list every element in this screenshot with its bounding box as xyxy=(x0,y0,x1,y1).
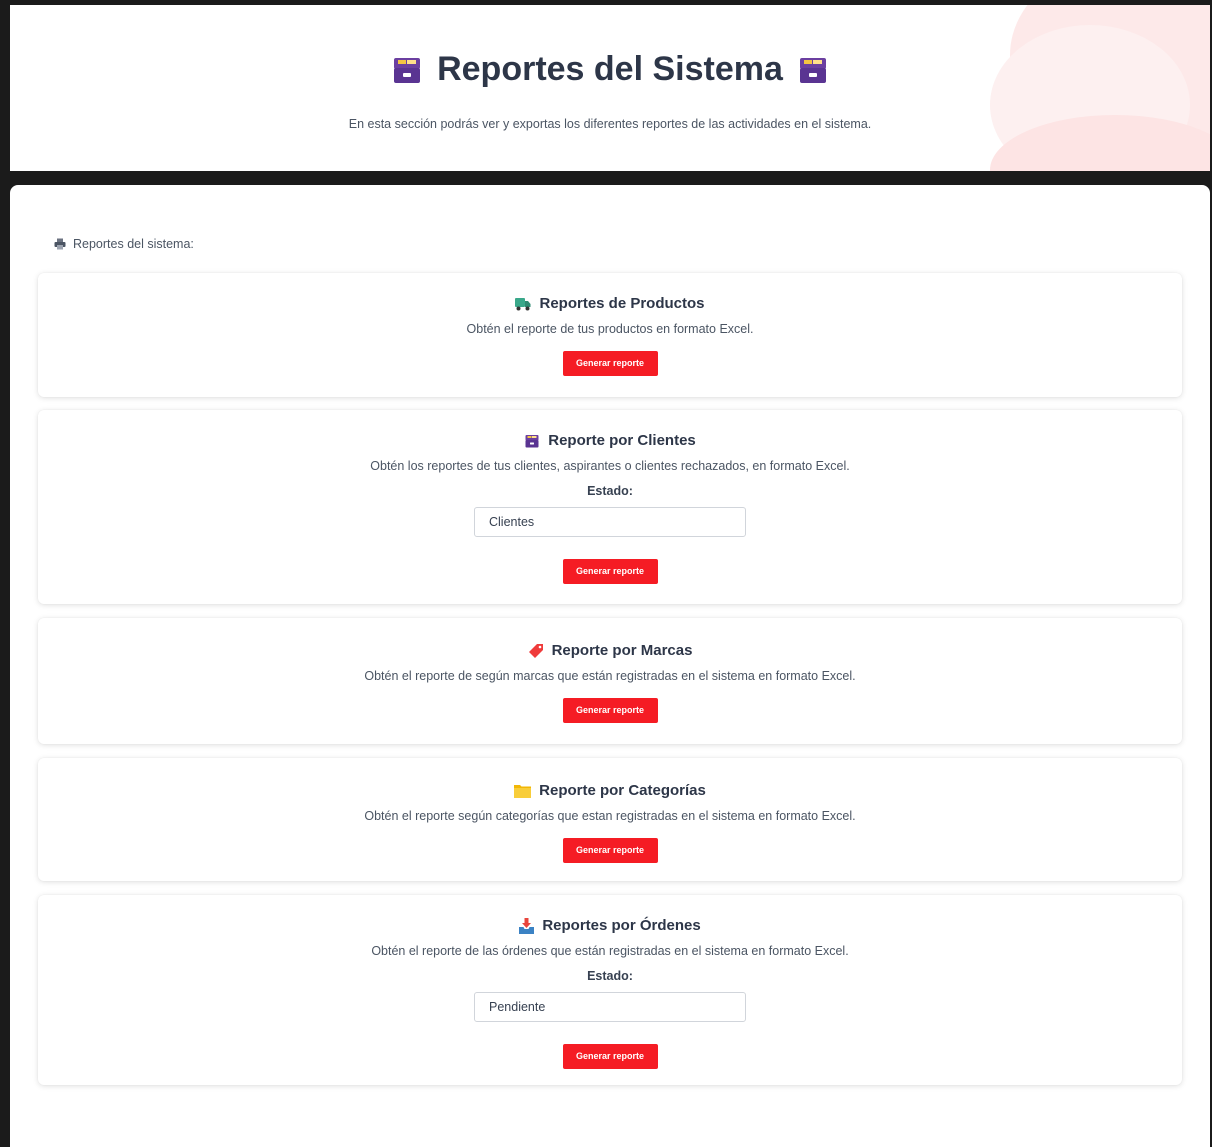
generate-report-button[interactable]: Generar reporte xyxy=(562,559,658,584)
folder-icon xyxy=(514,783,532,798)
card-file-box-icon xyxy=(391,54,423,86)
card-title: Reporte por Clientes xyxy=(38,432,1182,449)
estado-label: Estado: xyxy=(587,484,633,498)
generate-report-button[interactable]: Generar reporte xyxy=(562,698,658,723)
card-title-text: Reportes por Órdenes xyxy=(542,917,701,934)
section-label: Reportes del sistema: xyxy=(54,237,194,251)
inbox-tray-icon xyxy=(519,917,535,934)
truck-icon xyxy=(515,297,531,311)
card-title-text: Reporte por Clientes xyxy=(548,432,696,449)
card-description: Obtén el reporte según categorías que es… xyxy=(364,809,856,823)
card-title-text: Reportes de Productos xyxy=(539,295,705,312)
report-card-marcas: Reporte por Marcas Obtén el reporte de s… xyxy=(38,618,1182,744)
card-description: Obtén el reporte de según marcas que est… xyxy=(364,669,856,683)
card-file-box-icon xyxy=(797,54,829,86)
reports-panel: Reportes del sistema: Reportes de Produc… xyxy=(10,185,1210,1147)
page-subtitle: En esta sección podrás ver y exportas lo… xyxy=(348,117,872,131)
card-description: Obtén el reporte de las órdenes que está… xyxy=(371,944,849,958)
page-title-text: Reportes del Sistema xyxy=(437,50,783,88)
card-title: Reporte por Categorías xyxy=(38,782,1182,799)
card-description: Obtén el reporte de tus productos en for… xyxy=(466,322,754,336)
page-title: Reportes del Sistema xyxy=(10,50,1210,89)
card-title: Reporte por Marcas xyxy=(38,642,1182,659)
report-card-categorias: Reporte por Categorías Obtén el reporte … xyxy=(38,758,1182,881)
printer-icon xyxy=(54,238,66,250)
card-file-box-icon xyxy=(524,433,540,449)
card-title-text: Reporte por Categorías xyxy=(539,782,706,799)
page-header: Reportes del Sistema En esta sección pod… xyxy=(10,5,1210,171)
card-title-text: Reporte por Marcas xyxy=(551,642,693,659)
report-card-productos: Reportes de Productos Obtén el reporte d… xyxy=(38,273,1182,397)
section-label-text: Reportes del sistema: xyxy=(73,237,194,251)
tag-icon xyxy=(528,643,544,659)
estado-label: Estado: xyxy=(587,969,633,983)
estado-select[interactable]: Clientes xyxy=(474,507,746,537)
card-title: Reportes de Productos xyxy=(38,295,1182,312)
card-title: Reportes por Órdenes xyxy=(38,917,1182,934)
generate-report-button[interactable]: Generar reporte xyxy=(562,1044,658,1069)
generate-report-button[interactable]: Generar reporte xyxy=(562,351,658,376)
report-card-ordenes: Reportes por Órdenes Obtén el reporte de… xyxy=(38,895,1182,1085)
generate-report-button[interactable]: Generar reporte xyxy=(562,838,658,863)
estado-select[interactable]: Pendiente xyxy=(474,992,746,1022)
report-card-clientes: Reporte por Clientes Obtén los reportes … xyxy=(38,410,1182,604)
card-description: Obtén los reportes de tus clientes, aspi… xyxy=(370,459,850,473)
